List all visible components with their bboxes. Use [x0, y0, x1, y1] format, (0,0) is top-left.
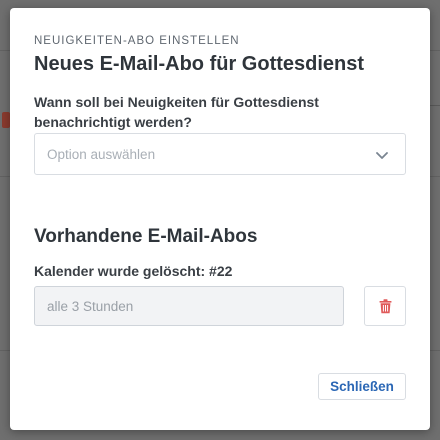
frequency-select-placeholder: Option auswählen [47, 147, 156, 162]
subscription-frequency-value: alle 3 Stunden [47, 299, 134, 314]
frequency-select[interactable]: Option auswählen [34, 133, 406, 175]
existing-subscriptions-title: Vorhandene E-Mail-Abos [34, 226, 258, 247]
subscription-label: Kalender wurde gelöscht: #22 [34, 263, 233, 279]
subscription-modal: NEUIGKEITEN-ABO EINSTELLEN Neues E-Mail-… [10, 8, 430, 430]
background-divider [430, 105, 440, 106]
trash-icon [379, 299, 392, 314]
frequency-question-label: Wann soll bei Neuigkeiten für Gottesdien… [34, 94, 319, 130]
modal-title: Neues E-Mail-Abo für Gottesdienst [34, 53, 365, 75]
delete-subscription-button[interactable] [364, 286, 406, 326]
modal-eyebrow: NEUIGKEITEN-ABO EINSTELLEN [34, 35, 240, 47]
background-badge [2, 112, 10, 128]
chevron-down-icon [376, 152, 388, 159]
subscription-frequency-field: alle 3 Stunden [34, 286, 344, 326]
close-button[interactable]: Schließen [318, 373, 406, 400]
